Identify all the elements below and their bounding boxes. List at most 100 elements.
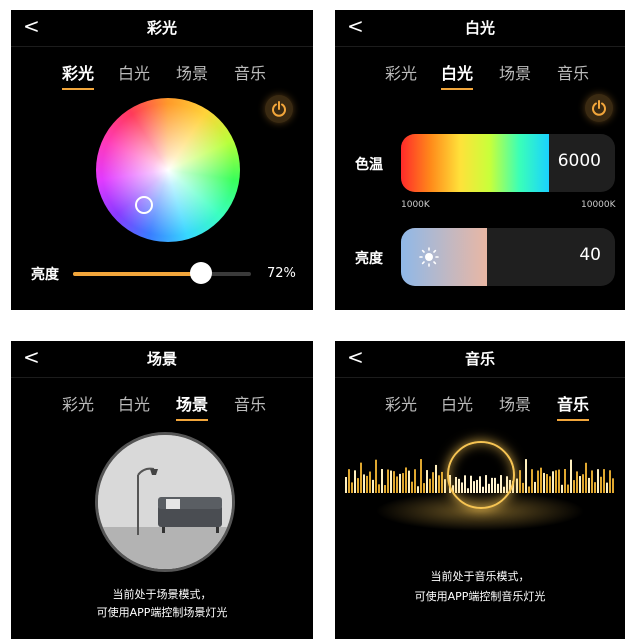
color-temp-value: 6000 xyxy=(557,151,601,171)
scene-panel: < 场景 彩光 白光 场景 音乐 当前处于场景模式， 可使用APP端控制场景灯光 xyxy=(11,341,313,639)
equalizer-bar xyxy=(354,470,356,493)
tab-music[interactable]: 音乐 xyxy=(234,391,266,415)
brightness-slider-fill xyxy=(73,272,202,276)
equalizer-bar xyxy=(438,475,440,493)
equalizer-bar xyxy=(429,478,431,493)
color-temp-max: 10000K xyxy=(581,200,616,210)
header: < 音乐 xyxy=(335,341,625,378)
equalizer-bar xyxy=(441,471,443,493)
scene-photo xyxy=(95,432,235,572)
equalizer-bar xyxy=(390,470,392,493)
equalizer-bar xyxy=(537,470,539,493)
equalizer-bar xyxy=(414,469,416,493)
brightness-slider-thumb[interactable] xyxy=(190,262,213,284)
equalizer-bar xyxy=(588,477,590,493)
equalizer-bar xyxy=(369,471,371,493)
equalizer-bar xyxy=(444,479,446,493)
brightness-label: 亮度 xyxy=(31,267,59,283)
music-ring xyxy=(447,441,515,509)
equalizer-bar xyxy=(582,474,584,493)
white-light-panel: < 白光 彩光 白光 场景 音乐 色温 6000 1000K 10000K 亮度 xyxy=(335,10,625,310)
equalizer-bar xyxy=(375,459,377,493)
equalizer-bar xyxy=(543,472,545,493)
color-wheel[interactable] xyxy=(96,98,240,242)
music-panel: < 音乐 彩光 白光 场景 音乐 当前处于音乐模式， 可使用APP端控制音乐灯光 xyxy=(335,341,625,639)
tab-scene[interactable]: 场景 xyxy=(176,60,208,84)
equalizer-bar xyxy=(396,476,398,493)
brightness-value: 72% xyxy=(267,266,296,281)
equalizer-bar xyxy=(546,474,548,493)
equalizer-bar xyxy=(351,482,353,493)
equalizer-bar xyxy=(555,470,557,493)
equalizer-bar xyxy=(603,469,605,493)
brightness-slider[interactable]: 40 xyxy=(401,228,615,286)
equalizer-bar xyxy=(372,479,374,493)
equalizer-bar xyxy=(522,482,524,493)
power-button[interactable] xyxy=(585,94,613,122)
mode-tabs: 彩光 白光 场景 音乐 xyxy=(335,60,625,90)
tab-music[interactable]: 音乐 xyxy=(234,60,266,84)
tab-color[interactable]: 彩光 xyxy=(385,60,417,84)
page-title: 彩光 xyxy=(146,19,177,37)
tab-scene[interactable]: 场景 xyxy=(176,391,209,421)
equalizer-bar xyxy=(528,486,530,493)
equalizer-bar xyxy=(540,467,542,493)
music-caption-line1: 当前处于音乐模式， xyxy=(430,570,530,583)
equalizer-bar xyxy=(519,470,521,493)
equalizer-bar xyxy=(408,470,410,493)
header: < 白光 xyxy=(335,10,625,47)
tab-scene[interactable]: 场景 xyxy=(499,60,531,84)
tab-color[interactable]: 彩光 xyxy=(62,391,94,415)
equalizer-bar xyxy=(597,469,599,493)
equalizer-bar xyxy=(609,470,611,493)
color-temp-label: 色温 xyxy=(355,157,383,173)
scene-caption-line1: 当前处于场景模式， xyxy=(112,588,212,601)
equalizer-bar xyxy=(399,473,401,493)
tab-music[interactable]: 音乐 xyxy=(557,391,590,421)
color-picker-knob[interactable] xyxy=(135,196,153,214)
color-temp-min: 1000K xyxy=(401,200,430,210)
equalizer-bar xyxy=(423,483,425,493)
tab-color[interactable]: 彩光 xyxy=(62,60,95,90)
mode-tabs: 彩光 白光 场景 音乐 xyxy=(335,391,625,421)
equalizer-bar xyxy=(393,471,395,493)
equalizer-bar xyxy=(345,477,347,493)
tab-white[interactable]: 白光 xyxy=(118,391,150,415)
color-temp-slider[interactable]: 6000 xyxy=(401,134,615,192)
equalizer-bar xyxy=(525,459,527,493)
brightness-slider[interactable] xyxy=(73,262,251,284)
power-button[interactable] xyxy=(265,95,293,123)
equalizer-bar xyxy=(360,462,362,493)
music-caption-line2: 可使用APP端控制音乐灯光 xyxy=(414,590,546,603)
page-title: 白光 xyxy=(464,19,495,37)
mode-tabs: 彩光 白光 场景 音乐 xyxy=(11,60,313,90)
scene-caption-line2: 可使用APP端控制场景灯光 xyxy=(96,606,228,619)
power-icon xyxy=(592,100,606,116)
equalizer-bar xyxy=(549,476,551,493)
equalizer-bar xyxy=(567,484,569,493)
equalizer-bar xyxy=(606,482,608,493)
equalizer-bar xyxy=(366,475,368,493)
brightness-label: 亮度 xyxy=(355,251,383,267)
equalizer-bar xyxy=(573,480,575,493)
page-title: 音乐 xyxy=(464,350,495,368)
tab-white[interactable]: 白光 xyxy=(441,391,473,415)
header: < 场景 xyxy=(11,341,313,378)
equalizer-bar xyxy=(420,459,422,493)
equalizer-bar xyxy=(426,470,428,493)
equalizer-bar xyxy=(591,470,593,493)
equalizer-bar xyxy=(363,474,365,493)
equalizer-bar xyxy=(594,482,596,493)
equalizer-bar xyxy=(612,478,614,493)
scene-illustration xyxy=(98,435,232,569)
sun-icon xyxy=(419,247,439,267)
tab-white[interactable]: 白光 xyxy=(118,60,150,84)
tab-white[interactable]: 白光 xyxy=(441,60,474,90)
tab-color[interactable]: 彩光 xyxy=(385,391,417,415)
equalizer-bar xyxy=(411,481,413,493)
equalizer-bar xyxy=(348,469,350,493)
equalizer-bar xyxy=(357,478,359,493)
tab-music[interactable]: 音乐 xyxy=(557,60,589,84)
tab-scene[interactable]: 场景 xyxy=(499,391,531,415)
equalizer-bar xyxy=(432,472,434,493)
